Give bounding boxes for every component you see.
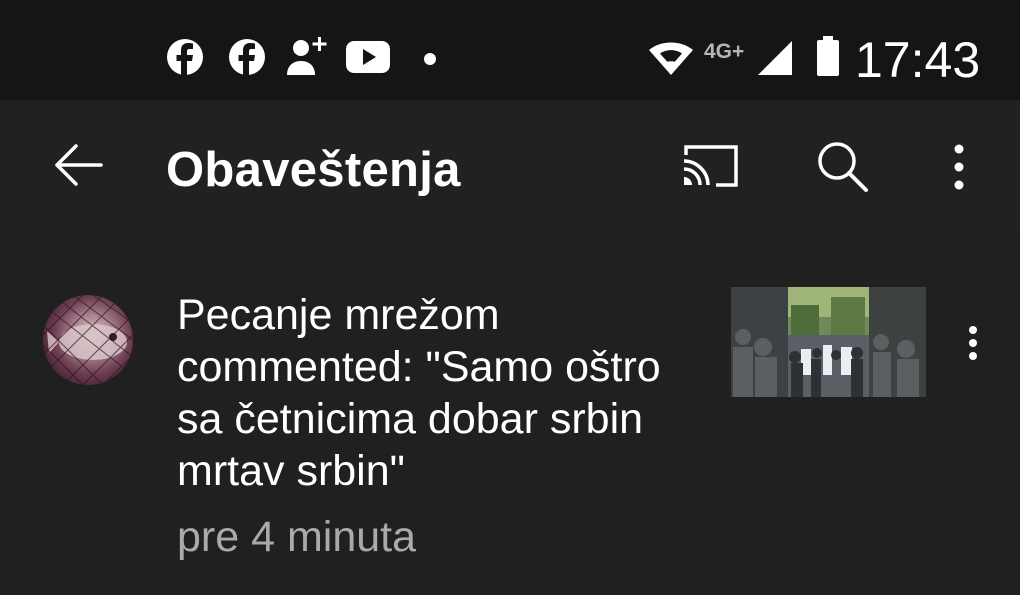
wifi-icon [649,42,693,75]
more-vert-icon[interactable] [950,143,968,191]
more-notifications-dot [424,53,436,65]
cast-icon[interactable] [682,143,740,189]
page-title: Obaveštenja [166,143,461,197]
search-icon[interactable] [816,141,870,193]
status-bar: 4G+ 17:43 [0,0,1020,100]
status-time: 17:43 [855,32,981,88]
battery-icon [817,36,839,76]
notification-time: pre 4 minuta [177,513,417,561]
crowd-thumbnail-image [731,287,926,397]
add-contact-icon [287,37,327,75]
video-thumbnail[interactable] [731,287,926,397]
back-arrow-icon[interactable] [53,143,103,187]
fish-net-image-icon [43,295,133,385]
facebook-icon [167,39,203,76]
notification-more-icon[interactable] [958,318,988,368]
channel-avatar[interactable] [43,295,133,385]
facebook-icon [229,39,265,76]
signal-icon [758,41,792,75]
notification-text: Pecanje mrežom commented: "Samo oštro sa… [177,291,661,495]
youtube-icon [346,41,390,73]
network-type-label: 4G+ [704,40,745,63]
